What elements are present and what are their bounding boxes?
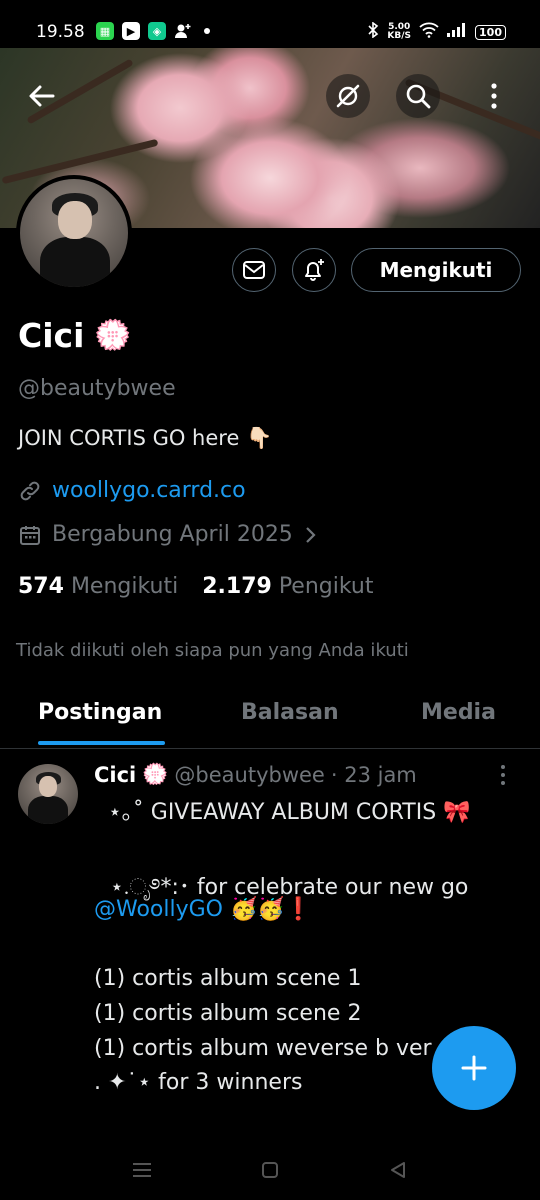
post-avatar[interactable] bbox=[18, 764, 78, 824]
compose-post-button[interactable] bbox=[432, 1026, 516, 1110]
back-arrow-icon bbox=[29, 85, 55, 107]
post-mention[interactable]: @WoollyGO bbox=[94, 897, 223, 922]
network-speed-unit: KB/S bbox=[387, 31, 412, 41]
post-text-line: (1) cortis album weverse b ver bbox=[94, 1036, 432, 1061]
active-tab-indicator bbox=[38, 741, 165, 745]
back-button[interactable] bbox=[20, 74, 64, 118]
message-button[interactable] bbox=[232, 248, 276, 292]
followers-label: Pengikut bbox=[278, 574, 374, 599]
more-notifications-dot bbox=[204, 28, 210, 34]
grok-button[interactable] bbox=[326, 74, 370, 118]
post-header: Cici 💮 @beautybwee · 23 jam bbox=[94, 762, 417, 787]
profile-link-row[interactable]: woollygo.carrd.co bbox=[18, 478, 246, 503]
profile-bio: JOIN CORTIS GO here 👇🏻 bbox=[18, 426, 273, 450]
following-button[interactable]: Mengikuti bbox=[351, 248, 521, 292]
menu-icon bbox=[133, 1163, 151, 1177]
notify-button[interactable] bbox=[292, 248, 336, 292]
profile-name-row: Cici 💮 bbox=[18, 316, 132, 355]
back-nav-button[interactable] bbox=[386, 1158, 410, 1182]
avatar-figure bbox=[58, 201, 92, 239]
followers-count: 2.179 bbox=[202, 574, 272, 599]
search-icon bbox=[406, 84, 431, 109]
tab-replies[interactable]: Balasan bbox=[241, 700, 339, 725]
profile-stats: 574 Mengikuti 2.179 Pengikut bbox=[18, 574, 374, 599]
youtube-icon: ▶ bbox=[122, 22, 140, 40]
post-author-name[interactable]: Cici bbox=[94, 763, 136, 787]
tab-posts[interactable]: Postingan bbox=[38, 700, 162, 725]
add-user-icon bbox=[174, 22, 192, 40]
grok-icon bbox=[336, 84, 360, 108]
post-mention-suffix: 🥳🥳❗ bbox=[230, 897, 313, 922]
profile-avatar[interactable] bbox=[16, 175, 132, 291]
post-text-line: @WoollyGO 🥳🥳❗ bbox=[94, 897, 312, 922]
status-time: 19.58 bbox=[36, 22, 85, 42]
link-icon bbox=[20, 481, 40, 500]
chevron-right-icon bbox=[306, 526, 316, 543]
post-handle[interactable]: @beautybwee bbox=[174, 763, 324, 787]
post-author-emoji: 💮 bbox=[142, 762, 169, 786]
profile-joined-row[interactable]: Bergabung April 2025 bbox=[18, 522, 317, 547]
more-options-button[interactable] bbox=[472, 74, 516, 118]
following-label: Mengikuti bbox=[70, 574, 179, 599]
bluetooth-icon bbox=[367, 21, 379, 42]
followers-stat[interactable]: 2.179 Pengikut bbox=[202, 574, 373, 599]
home-button[interactable] bbox=[258, 1158, 282, 1182]
more-vertical-icon bbox=[501, 765, 505, 785]
calendar-icon bbox=[20, 525, 40, 545]
profile-name-emoji: 💮 bbox=[94, 318, 132, 353]
network-speed: 5.00 KB/S bbox=[387, 23, 411, 41]
mutual-followers-note: Tidak diikuti oleh siapa pun yang Anda i… bbox=[16, 640, 409, 661]
signal-icon bbox=[447, 23, 467, 41]
avatar-figure bbox=[28, 796, 68, 824]
system-nav-bar bbox=[0, 1140, 540, 1200]
post-text-line: (1) cortis album scene 2 bbox=[94, 1001, 362, 1026]
battery-indicator: 100 bbox=[475, 24, 506, 40]
profile-handle: @beautybwee bbox=[18, 376, 176, 401]
system-icons: 5.00 KB/S 100 bbox=[367, 21, 506, 42]
mail-icon bbox=[243, 261, 265, 279]
plus-icon bbox=[461, 1055, 487, 1081]
recent-apps-button[interactable] bbox=[130, 1158, 154, 1182]
post-text-line: ⋆｡˚ GIVEAWAY ALBUM CORTIS 🎀 bbox=[108, 800, 471, 825]
bell-plus-icon bbox=[305, 259, 324, 281]
post-more-button[interactable] bbox=[500, 764, 506, 790]
chatgpt-icon: ◈ bbox=[148, 22, 166, 40]
post-time[interactable]: · 23 jam bbox=[331, 763, 417, 787]
following-stat[interactable]: 574 Mengikuti bbox=[18, 574, 178, 599]
tab-media[interactable]: Media bbox=[421, 700, 496, 725]
search-button[interactable] bbox=[396, 74, 440, 118]
wifi-icon bbox=[419, 22, 439, 42]
wallet-app-icon: ▦ bbox=[96, 22, 114, 40]
profile-link[interactable]: woollygo.carrd.co bbox=[52, 478, 246, 503]
following-count: 574 bbox=[18, 574, 64, 599]
post-text-line: . ✦˙⋆ for 3 winners bbox=[94, 1070, 303, 1095]
profile-tabs: Postingan Balasan Media bbox=[0, 690, 540, 749]
home-square-icon bbox=[262, 1162, 278, 1178]
notification-icons: ▦ ▶ ◈ bbox=[96, 22, 210, 40]
avatar-figure bbox=[39, 776, 57, 797]
status-bar: 19.58 ▦ ▶ ◈ 5.00 KB/S 100 bbox=[0, 0, 540, 48]
post-text-line: (1) cortis album scene 1 bbox=[94, 966, 362, 991]
profile-name: Cici bbox=[18, 316, 85, 355]
avatar-figure bbox=[40, 237, 110, 287]
profile-joined: Bergabung April 2025 bbox=[52, 522, 293, 547]
more-vertical-icon bbox=[491, 83, 497, 109]
back-triangle-icon bbox=[391, 1162, 405, 1178]
